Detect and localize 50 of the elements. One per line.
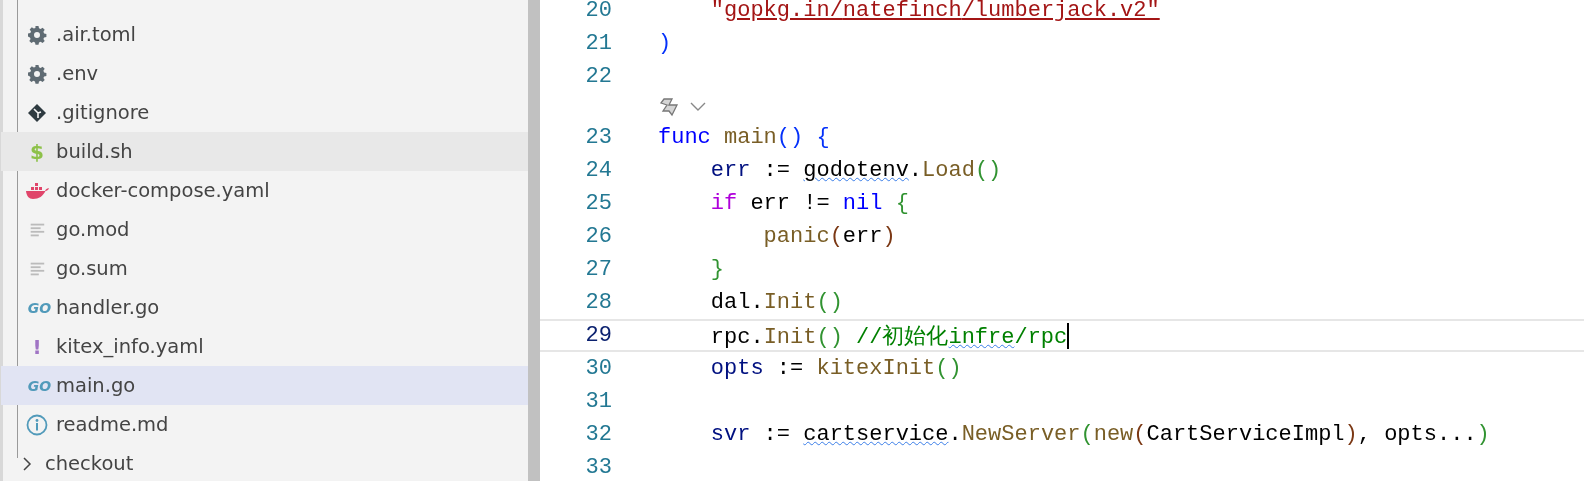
gear-icon [27,24,47,45]
line-number: 27 [584,257,612,282]
code-line: func main() { [658,125,830,150]
text-file-icon [28,221,46,238]
code-line: if err != nil { [709,191,909,216]
file-item[interactable]: .air.toml [1,15,528,54]
code-line: dal.Init() [709,290,843,315]
text-file-icon [28,260,46,277]
chevron-icon [21,455,33,472]
file-item[interactable]: GO main.go [1,366,528,405]
line-number: 29 [584,323,612,348]
code-line: svr := cartservice.NewServer(new(CartServiceImpl), opts...) [709,422,1490,447]
info-icon [26,413,48,436]
code-line: err := godotenv.Load() [709,158,1002,183]
line-number: 26 [584,224,612,249]
scrollbar[interactable] [528,0,540,481]
chevron-down-icon[interactable] [690,102,706,112]
file-item[interactable]: GO handler.go [1,288,528,327]
file-item[interactable]: .gitignore [1,93,528,132]
code-line: } [709,257,724,282]
file-item[interactable]: go.sum [1,249,528,288]
line-number: 33 [584,455,612,480]
line-number: 20 [584,0,612,23]
line-number: 30 [584,356,612,381]
file-item[interactable]: docker-compose.yaml [1,171,528,210]
file-item[interactable]: ! kitex_info.yaml [1,327,528,366]
code-line: rpc.Init() //初始化infre/rpc [709,323,1068,351]
gear-icon [27,63,47,84]
dollar-icon: $ [30,139,44,164]
code-line: "gopkg.in/natefinch/lumberjack.v2" [709,0,1160,23]
exclamation-icon: ! [32,334,42,359]
file-item[interactable]: readme.md [1,405,528,444]
code-line: ) [658,31,672,56]
line-number: 21 [584,31,612,56]
line-number: 31 [584,389,612,414]
folder-item[interactable]: checkout [1,444,528,481]
code-line: panic(err) [762,224,896,249]
code-line: opts := kitexInit() [709,356,962,381]
line-number: 28 [584,290,612,315]
file-item[interactable]: go.mod [1,210,528,249]
text-cursor [1067,322,1070,349]
line-number: 22 [584,64,612,89]
line-number: 32 [584,422,612,447]
file-item[interactable]: .env [1,54,528,93]
line-number: 23 [584,125,612,150]
line-number: 25 [584,191,612,216]
line-number: 24 [584,158,612,183]
diamond-icon [27,102,47,123]
whale-icon [25,182,49,199]
file-item[interactable]: $ build.sh [1,132,528,171]
